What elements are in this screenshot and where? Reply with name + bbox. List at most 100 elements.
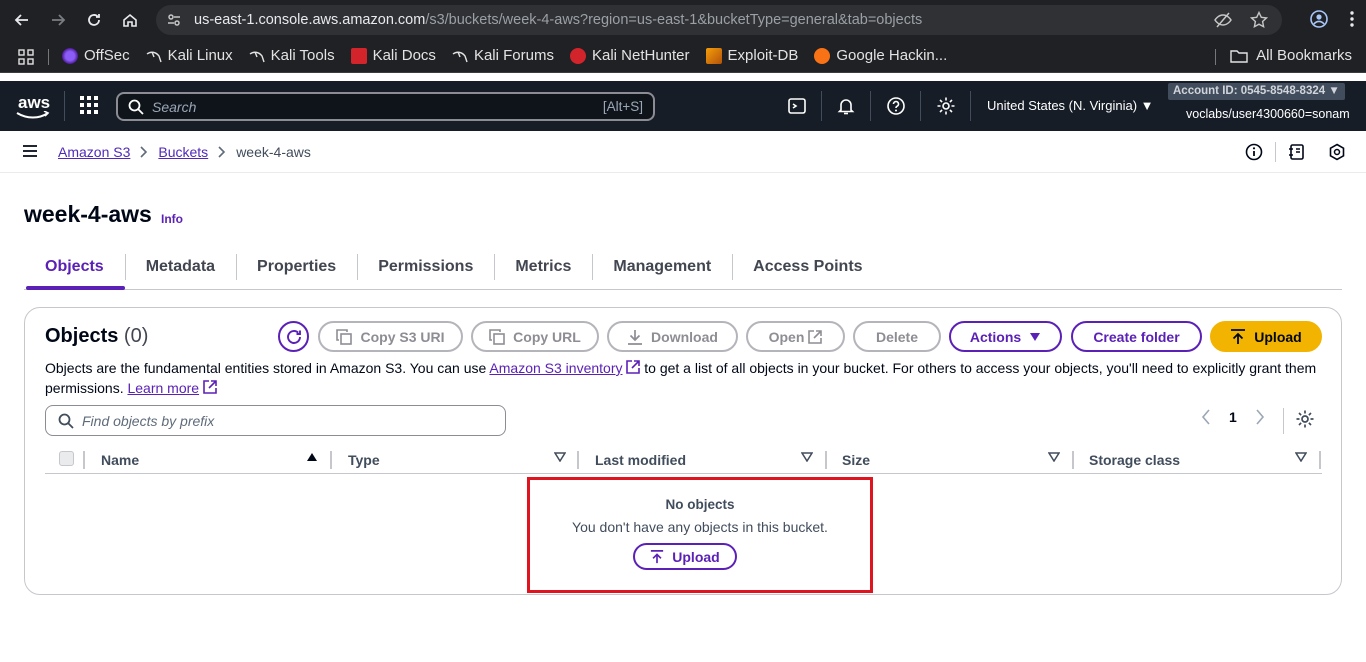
site-info-icon[interactable] (166, 12, 182, 28)
create-folder-button[interactable]: Create folder (1071, 321, 1202, 352)
info-link[interactable]: Info (161, 212, 183, 226)
tab-management[interactable]: Management (592, 248, 732, 289)
breadcrumb-current: week-4-aws (236, 144, 311, 160)
select-all-checkbox[interactable] (59, 451, 74, 466)
table-settings-icon[interactable] (1295, 409, 1315, 429)
upload-button[interactable]: Upload (1210, 321, 1322, 352)
aws-logo[interactable]: aws (16, 93, 50, 119)
find-objects-input[interactable] (82, 412, 482, 429)
tab-metadata[interactable]: Metadata (124, 248, 236, 289)
sort-icon[interactable] (1048, 452, 1060, 462)
copy-url-label: Copy URL (513, 328, 581, 345)
bucket-tabs: Objects Metadata Properties Permissions … (24, 248, 1342, 290)
help-icon[interactable] (886, 96, 906, 116)
s3-inventory-link[interactable]: Amazon S3 inventory (489, 360, 622, 376)
all-bookmarks[interactable]: All Bookmarks (1230, 47, 1352, 64)
actions-dropdown-button[interactable]: Actions (949, 321, 1062, 352)
objects-description: Objects are the fundamental entities sto… (45, 358, 1325, 398)
cloudshell-icon[interactable] (787, 96, 807, 116)
column-header-storage-class[interactable]: Storage class (1089, 452, 1180, 468)
learn-more-link[interactable]: Learn more (127, 380, 199, 396)
download-icon (627, 329, 643, 345)
account-user[interactable]: voclabs/user4300660=sonam (1186, 107, 1350, 121)
sort-icon[interactable] (1295, 452, 1307, 462)
delete-label: Delete (875, 328, 919, 345)
bookmark-star-icon[interactable] (1250, 11, 1268, 29)
bookmark-kali-linux[interactable]: Kali Linux (146, 47, 233, 64)
bookmark-kali-tools[interactable]: Kali Tools (249, 47, 335, 64)
back-icon[interactable] (4, 2, 40, 38)
empty-state-upload-button[interactable]: Upload (633, 543, 737, 570)
home-icon[interactable] (112, 2, 148, 38)
bookmark-kali-docs[interactable]: Kali Docs (350, 47, 436, 64)
column-header-name[interactable]: Name (101, 452, 139, 468)
console-search[interactable]: [Alt+S] (116, 92, 655, 121)
column-header-last-modified[interactable]: Last modified (595, 452, 686, 468)
sort-ascending-icon[interactable] (306, 452, 318, 462)
gear-icon[interactable] (936, 96, 956, 116)
bookmark-exploit-db[interactable]: Exploit-DB (705, 47, 798, 64)
hamburger-menu-icon[interactable] (22, 144, 38, 158)
console-search-input[interactable] (152, 98, 572, 115)
bookmark-kali-nethunter[interactable]: Kali NetHunter (569, 47, 690, 64)
search-icon (128, 99, 144, 115)
bookmark-offsec[interactable]: OffSec (62, 47, 130, 64)
column-header-size[interactable]: Size (842, 452, 870, 468)
bookmark-label: Kali Forums (473, 47, 554, 64)
actions-label: Actions (969, 328, 1022, 345)
bookmark-label: Kali Linux (167, 47, 233, 64)
bell-icon[interactable] (836, 96, 856, 116)
delete-button[interactable]: Delete (853, 321, 941, 352)
header-divider (920, 91, 921, 121)
tab-objects[interactable]: Objects (24, 248, 125, 290)
breadcrumb: Amazon S3 Buckets week-4-aws (58, 144, 311, 160)
region-selector[interactable]: United States (N. Virginia) ▼ (987, 98, 1154, 113)
kali-dragon-icon (146, 48, 162, 64)
nethunter-icon (569, 47, 586, 64)
next-page-icon[interactable] (1255, 409, 1265, 425)
exploit-db-icon (705, 47, 722, 64)
notes-panel-icon[interactable] (1288, 143, 1306, 162)
prev-page-icon[interactable] (1201, 409, 1211, 425)
open-button[interactable]: Open (746, 321, 845, 352)
caret-down-icon (1029, 332, 1041, 342)
copy-icon (489, 328, 505, 345)
find-objects-field[interactable] (45, 405, 506, 436)
pagination: 1 (1201, 409, 1265, 425)
bookmark-google-hacking[interactable]: Google Hackin... (814, 47, 947, 64)
upload-label: Upload (1254, 328, 1302, 345)
copy-url-button[interactable]: Copy URL (471, 321, 599, 352)
upload-icon (650, 549, 664, 564)
amazon-q-icon[interactable] (1328, 143, 1346, 162)
bookmark-kali-forums[interactable]: Kali Forums (452, 47, 554, 64)
breadcrumb-amazon-s3[interactable]: Amazon S3 (58, 144, 130, 160)
sort-icon[interactable] (554, 452, 566, 462)
address-bar[interactable]: us-east-1.console.aws.amazon.com/s3/buck… (156, 5, 1282, 35)
account-id-badge[interactable]: Account ID: 0545-8548-8324 ▼ (1168, 83, 1345, 100)
column-separator (825, 451, 827, 469)
tracking-protection-icon[interactable] (1214, 11, 1232, 29)
column-header-type[interactable]: Type (348, 452, 380, 468)
tab-permissions[interactable]: Permissions (357, 248, 494, 289)
info-panel-icon[interactable] (1245, 143, 1263, 162)
breadcrumb-buckets[interactable]: Buckets (158, 144, 208, 160)
copy-s3-uri-button[interactable]: Copy S3 URI (318, 321, 463, 352)
services-grid-icon[interactable] (80, 96, 98, 114)
apps-grid-icon[interactable] (18, 49, 34, 65)
profile-icon[interactable] (1310, 10, 1328, 28)
current-page-number[interactable]: 1 (1229, 409, 1237, 425)
forward-icon[interactable] (40, 2, 76, 38)
page-title: week-4-aws (24, 201, 152, 227)
refresh-button[interactable] (278, 321, 309, 352)
reload-icon[interactable] (76, 2, 112, 38)
browser-menu-icon[interactable] (1350, 10, 1354, 28)
copy-s3-uri-label: Copy S3 URI (360, 328, 445, 345)
tab-access-points[interactable]: Access Points (732, 248, 883, 289)
ghdb-icon (814, 47, 831, 64)
search-shortcut-hint: [Alt+S] (602, 99, 643, 114)
sort-icon[interactable] (801, 452, 813, 462)
tab-properties[interactable]: Properties (236, 248, 357, 289)
download-button[interactable]: Download (607, 321, 738, 352)
tab-metrics[interactable]: Metrics (494, 248, 592, 289)
header-divider (970, 91, 971, 121)
